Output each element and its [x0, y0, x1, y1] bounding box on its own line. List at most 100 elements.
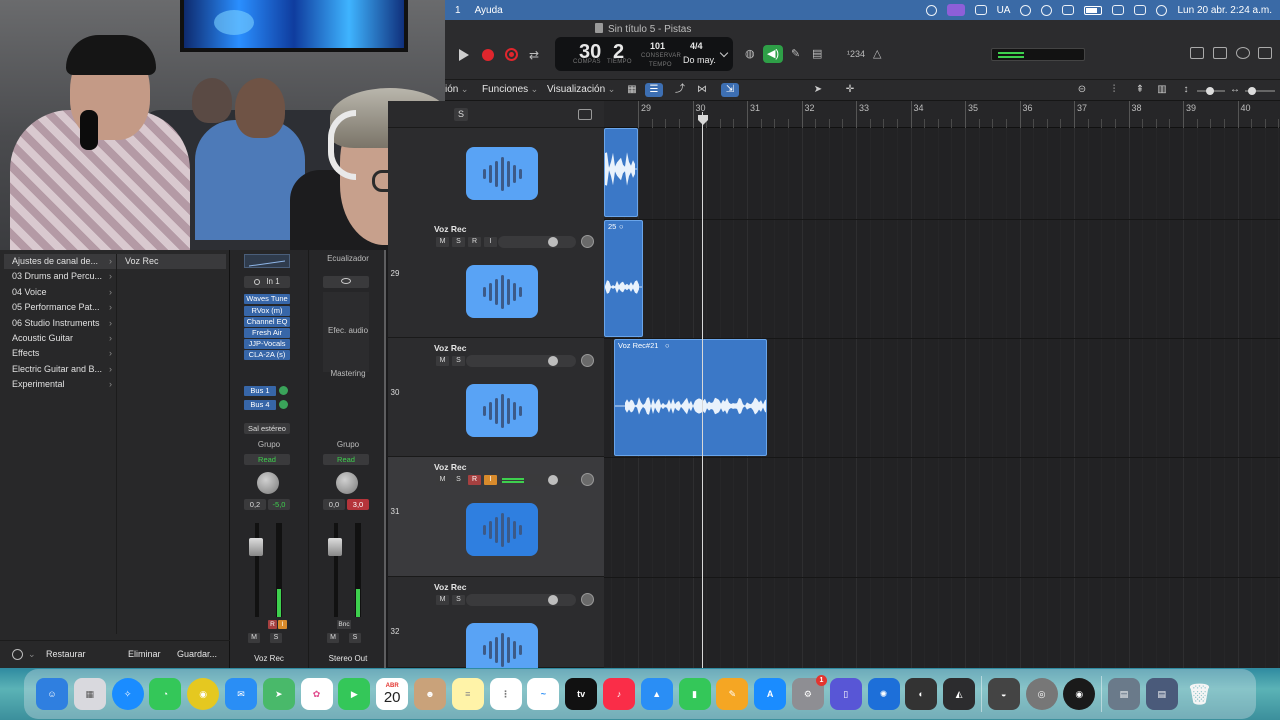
- track-pan-knob[interactable]: [581, 473, 594, 486]
- library-item[interactable]: Ajustes de canal de... ›: [4, 254, 116, 270]
- eq-thumbnail[interactable]: [244, 254, 290, 268]
- track-name[interactable]: Voz Rec: [434, 582, 466, 592]
- arrange-area[interactable]: 25 ○ Voz Rec#21 ○: [604, 128, 1280, 668]
- menu-item-partial[interactable]: 1: [455, 5, 461, 16]
- library-item[interactable]: 05 Performance Pat... ›: [4, 300, 116, 315]
- rec-enable-button[interactable]: R: [468, 237, 481, 247]
- eq-label[interactable]: Ecualizador: [309, 254, 387, 263]
- chevron-down-icon[interactable]: ⌄: [28, 649, 36, 660]
- chevron-down-icon[interactable]: [719, 48, 729, 58]
- safari-icon[interactable]: ✧: [111, 678, 144, 710]
- finder-icon[interactable]: ☺: [36, 678, 68, 710]
- track-name[interactable]: Voz Rec: [434, 343, 466, 353]
- facetime-icon[interactable]: ▶: [338, 678, 371, 710]
- view-menu[interactable]: Visualización: [547, 84, 615, 95]
- mute-button[interactable]: M: [248, 633, 260, 643]
- delete-button[interactable]: Eliminar: [128, 649, 161, 659]
- apple-tv-icon[interactable]: tv: [565, 678, 598, 710]
- restore-button[interactable]: Restaurar: [46, 649, 86, 659]
- list-icon[interactable]: [1190, 47, 1204, 59]
- system-settings-icon[interactable]: ⚙ 1: [791, 675, 827, 710]
- group-slot[interactable]: Grupo: [230, 440, 308, 449]
- track-pan-knob[interactable]: [581, 235, 594, 248]
- track-header[interactable]: 31 Voz Rec M S R I: [388, 457, 604, 577]
- mute-button[interactable]: M: [327, 633, 339, 643]
- track-audio-icon[interactable]: [466, 265, 538, 318]
- output-slot[interactable]: Sal estéreo: [244, 423, 290, 434]
- send-level-knob[interactable]: [279, 386, 288, 395]
- send-level-knob[interactable]: [279, 400, 288, 409]
- xbox-app-icon[interactable]: ◉: [187, 678, 220, 710]
- track-audio-icon[interactable]: [466, 384, 538, 437]
- screenshots-stack-icon[interactable]: ▤: [1145, 678, 1178, 710]
- mute-button[interactable]: M: [436, 475, 449, 485]
- wifi-icon[interactable]: [1062, 5, 1075, 15]
- score-icon[interactable]: ▤: [812, 47, 822, 60]
- track-header[interactable]: [388, 128, 604, 220]
- input-source[interactable]: UA: [997, 5, 1011, 16]
- gear-icon[interactable]: [12, 649, 23, 660]
- plugin-slot[interactable]: JJP-Vocals: [244, 339, 290, 349]
- browser-icon[interactable]: [1258, 47, 1272, 59]
- audio-app-icon[interactable]: ✺: [867, 678, 900, 710]
- fit-vertical-icon[interactable]: ⇞: [1131, 83, 1149, 97]
- playhead-cap-icon[interactable]: [697, 114, 709, 126]
- keynote-icon[interactable]: ▲: [640, 678, 673, 710]
- count-in[interactable]: ¹234: [847, 49, 865, 59]
- pan-knob[interactable]: [336, 472, 358, 494]
- secondary-tool-icon[interactable]: ✛: [841, 83, 859, 97]
- freeform-icon[interactable]: ~: [527, 678, 560, 710]
- horizontal-zoom-slider[interactable]: [1245, 87, 1275, 95]
- peak-value[interactable]: 3,0: [347, 499, 369, 510]
- record-player-icon[interactable]: ◎: [1025, 678, 1058, 710]
- notes-icon[interactable]: ≡: [451, 678, 484, 710]
- mute-button[interactable]: M: [436, 595, 449, 605]
- plugin-slot[interactable]: RVox (m): [244, 306, 290, 316]
- audio-region[interactable]: 25 ○: [604, 220, 643, 337]
- channel-name[interactable]: Stereo Out: [309, 654, 387, 663]
- global-solo-button[interactable]: S: [454, 108, 468, 121]
- library-item[interactable]: 04 Voice ›: [4, 285, 116, 300]
- music-icon[interactable]: ♪: [602, 678, 635, 710]
- audio-fx-label[interactable]: Efec. audio: [309, 326, 387, 335]
- menubar-clock[interactable]: Lun 20 abr. 2:24 a.m.: [1177, 5, 1272, 16]
- catch-icon[interactable]: ⊝: [1073, 83, 1091, 97]
- obs-icon[interactable]: ◉: [1063, 678, 1096, 710]
- mail-icon[interactable]: ✉: [224, 678, 257, 710]
- link-slot[interactable]: [323, 276, 369, 288]
- grid-view-icon[interactable]: ▦: [623, 83, 641, 97]
- battery-icon[interactable]: [1084, 5, 1103, 15]
- plugin-slot[interactable]: CLA-2A (s): [244, 350, 290, 360]
- maps-icon[interactable]: ➤: [262, 678, 295, 710]
- app-store-icon[interactable]: A: [754, 678, 787, 710]
- logic-pro-icon[interactable]: ◐: [905, 678, 938, 710]
- volume-fader[interactable]: [328, 538, 342, 556]
- simulator-icon[interactable]: ▯: [829, 678, 862, 710]
- reminders-icon[interactable]: ⋮: [489, 678, 522, 710]
- siri-icon[interactable]: [1156, 4, 1168, 16]
- track-header[interactable]: 30 Voz Rec M S: [388, 338, 604, 457]
- input-slot[interactable]: In 1: [244, 276, 290, 288]
- library-item[interactable]: Acoustic Guitar ›: [4, 331, 116, 346]
- play-button[interactable]: [459, 49, 469, 61]
- waveform-zoom-icon[interactable]: ⫶: [1105, 83, 1123, 97]
- new-folder-icon[interactable]: [578, 109, 592, 120]
- library-patch-selected[interactable]: Voz Rec: [117, 254, 226, 270]
- numbers-icon[interactable]: ▮: [678, 678, 711, 710]
- library-item[interactable]: 03 Drums and Percu... ›: [4, 269, 116, 284]
- photos-icon[interactable]: ✿: [300, 678, 333, 710]
- launchpad-icon[interactable]: ▦: [73, 678, 106, 710]
- rec-enable-button[interactable]: R: [468, 475, 481, 485]
- play-status-icon[interactable]: [1020, 4, 1032, 16]
- channel-name[interactable]: Voz Rec: [230, 654, 308, 663]
- volume-value[interactable]: -5,0: [268, 499, 290, 510]
- status-icon[interactable]: [925, 4, 937, 16]
- main-stage-icon[interactable]: ◭: [943, 678, 976, 710]
- pointer-tool-icon[interactable]: ➤: [809, 83, 827, 97]
- library-item[interactable]: Electric Guitar and B... ›: [4, 362, 116, 377]
- metronome-icon[interactable]: △: [873, 47, 881, 60]
- library-item[interactable]: Experimental ›: [4, 377, 116, 392]
- messages-icon[interactable]: ◔: [149, 678, 182, 710]
- flex-icon[interactable]: ⋈: [693, 83, 711, 97]
- track-header[interactable]: 32 Voz Rec M S: [388, 577, 604, 676]
